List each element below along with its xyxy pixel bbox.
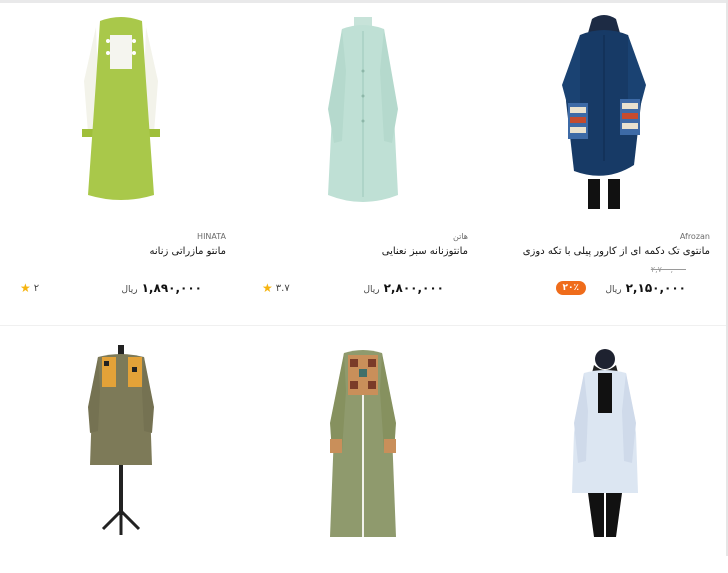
product-image[interactable] xyxy=(0,11,242,231)
product-card[interactable]: Afrozan مانتوی تک دکمه ای از کارور پیلی … xyxy=(484,3,726,323)
product-image[interactable] xyxy=(242,11,484,231)
rating: ★ ۳.۷ xyxy=(262,282,290,294)
price: ۱,۸۹۰,۰۰۰ ریال xyxy=(121,281,202,295)
product-image[interactable] xyxy=(0,343,242,553)
star-icon: ★ xyxy=(20,281,31,295)
product-title[interactable]: مانتو مازراتی زنانه xyxy=(11,246,227,257)
brand-label: HINATA xyxy=(197,232,226,241)
currency-label: ریال xyxy=(363,285,380,295)
price: ۲,۸۰۰,۰۰۰ ریال xyxy=(363,281,444,295)
product-title[interactable]: مانتوی تک دکمه ای از کارور پیلی با تکه د… xyxy=(495,246,710,257)
discount-badge: ۲۰٪ xyxy=(555,281,586,295)
brand-label: Afrozan xyxy=(679,232,710,241)
rating-value: ۲ xyxy=(33,282,40,294)
brand-label: هاتن xyxy=(453,232,468,241)
product-title[interactable]: مانتوزنانه سبز نعنایی xyxy=(253,246,468,257)
product-card[interactable] xyxy=(484,333,726,573)
rating-value: ۳.۷ xyxy=(275,282,290,294)
product-card[interactable] xyxy=(0,333,242,573)
price: ۲,۱۵۰,۰۰۰ ریال xyxy=(605,281,686,295)
product-card[interactable]: هاتن مانتوزنانه سبز نعنایی ۲,۸۰۰,۰۰۰ ریا… xyxy=(242,3,484,323)
row-divider xyxy=(0,325,726,326)
currency-label: ریال xyxy=(605,285,622,295)
product-grid: Afrozan مانتوی تک دکمه ای از کارور پیلی … xyxy=(0,3,726,556)
product-card[interactable]: HINATA مانتو مازراتی زنانه ۱,۸۹۰,۰۰۰ ریا… xyxy=(0,3,242,323)
star-icon: ★ xyxy=(262,281,273,295)
rating: ★ ۲ xyxy=(20,282,39,294)
product-image[interactable] xyxy=(484,11,726,231)
price-value: ۲,۱۵۰,۰۰۰ xyxy=(625,281,686,295)
product-image[interactable] xyxy=(242,343,484,553)
old-price: ۲,۷۰۰,۰۰۰ xyxy=(650,265,686,274)
currency-label: ریال xyxy=(121,285,138,295)
product-card[interactable] xyxy=(242,333,484,573)
price-row: ۲,۱۵۰,۰۰۰ ریال ۲۰٪ xyxy=(494,279,686,299)
product-image[interactable] xyxy=(484,343,726,553)
price-value: ۱,۸۹۰,۰۰۰ xyxy=(141,281,202,295)
price-value: ۲,۸۰۰,۰۰۰ xyxy=(383,281,444,295)
